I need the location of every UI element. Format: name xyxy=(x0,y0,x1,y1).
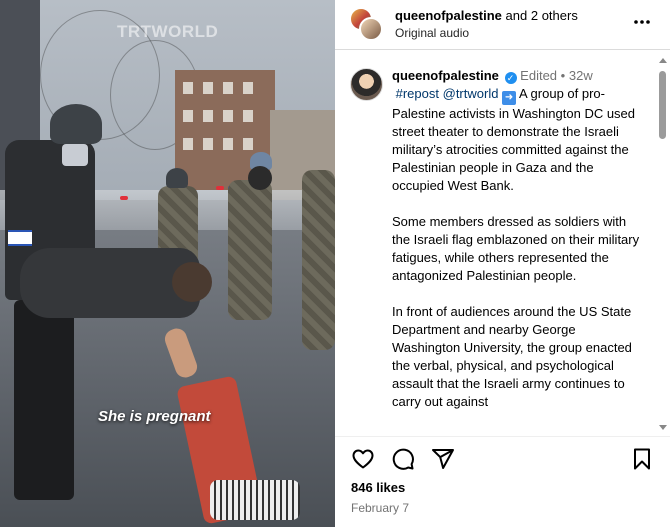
avatar[interactable] xyxy=(350,68,383,101)
soldier-legs xyxy=(14,300,74,500)
video-player[interactable]: TRTWORLD She is pregnant xyxy=(0,0,335,527)
post-caption-area: queenofpalestine ✓ Edited • 32w #repost … xyxy=(335,51,670,431)
header-author[interactable]: queenofpalestine and 2 others xyxy=(395,8,578,23)
israeli-flag-patch xyxy=(8,230,32,246)
hashtag-link[interactable]: #repost xyxy=(396,86,439,101)
soldier-head xyxy=(248,166,272,190)
post-panel: queenofpalestine and 2 others Original a… xyxy=(335,0,670,527)
heart-icon[interactable] xyxy=(351,447,375,471)
like-count[interactable]: 846 likes xyxy=(351,480,405,495)
scroll-down-arrow-icon[interactable] xyxy=(659,425,667,430)
post-date[interactable]: February 7 xyxy=(351,501,409,515)
action-bar xyxy=(335,436,670,476)
separator-dot: • xyxy=(560,68,566,83)
verified-badge-icon: ✓ xyxy=(504,72,517,84)
video-caption: She is pregnant xyxy=(98,408,211,425)
caption-text: #repost @trtworld ➜ A group of pro-Pales… xyxy=(392,85,642,429)
scrollbar[interactable] xyxy=(656,55,670,433)
soldier-figure xyxy=(228,180,272,320)
comment-icon[interactable] xyxy=(391,447,415,471)
avatar[interactable] xyxy=(359,17,383,41)
post-age[interactable]: 32w xyxy=(569,68,593,83)
face-mask xyxy=(62,144,88,166)
soldier-helmet xyxy=(166,168,188,188)
scroll-up-arrow-icon[interactable] xyxy=(659,58,667,63)
police-light xyxy=(216,186,224,190)
collab-avatars[interactable] xyxy=(349,7,383,41)
arrow-emoji-icon: ➜ xyxy=(502,91,517,105)
scrollbar-thumb[interactable] xyxy=(659,71,666,139)
post-header: queenofpalestine and 2 others Original a… xyxy=(335,0,670,50)
post-username[interactable]: queenofpalestine xyxy=(392,68,499,83)
caption-paragraph-2: Some members dressed as soldiers with th… xyxy=(392,214,640,283)
edited-label: Edited xyxy=(520,68,558,83)
keffiyeh xyxy=(210,480,300,520)
send-icon[interactable] xyxy=(431,447,455,471)
header-others[interactable]: and 2 others xyxy=(506,8,578,23)
post-meta: queenofpalestine ✓ Edited • 32w xyxy=(392,68,593,84)
soldier-helmet xyxy=(50,104,102,144)
restrained-head xyxy=(172,262,212,302)
header-username[interactable]: queenofpalestine xyxy=(395,8,502,23)
bookmark-icon[interactable] xyxy=(630,447,654,471)
more-options-icon[interactable] xyxy=(632,12,652,32)
soldier-figure xyxy=(302,170,335,350)
caption-paragraph-3: In front of audiences around the US Stat… xyxy=(392,304,632,409)
mention-link[interactable]: @trtworld xyxy=(443,86,499,101)
video-watermark: TRTWORLD xyxy=(117,22,219,41)
police-light xyxy=(120,196,128,200)
audio-label[interactable]: Original audio xyxy=(395,26,469,40)
